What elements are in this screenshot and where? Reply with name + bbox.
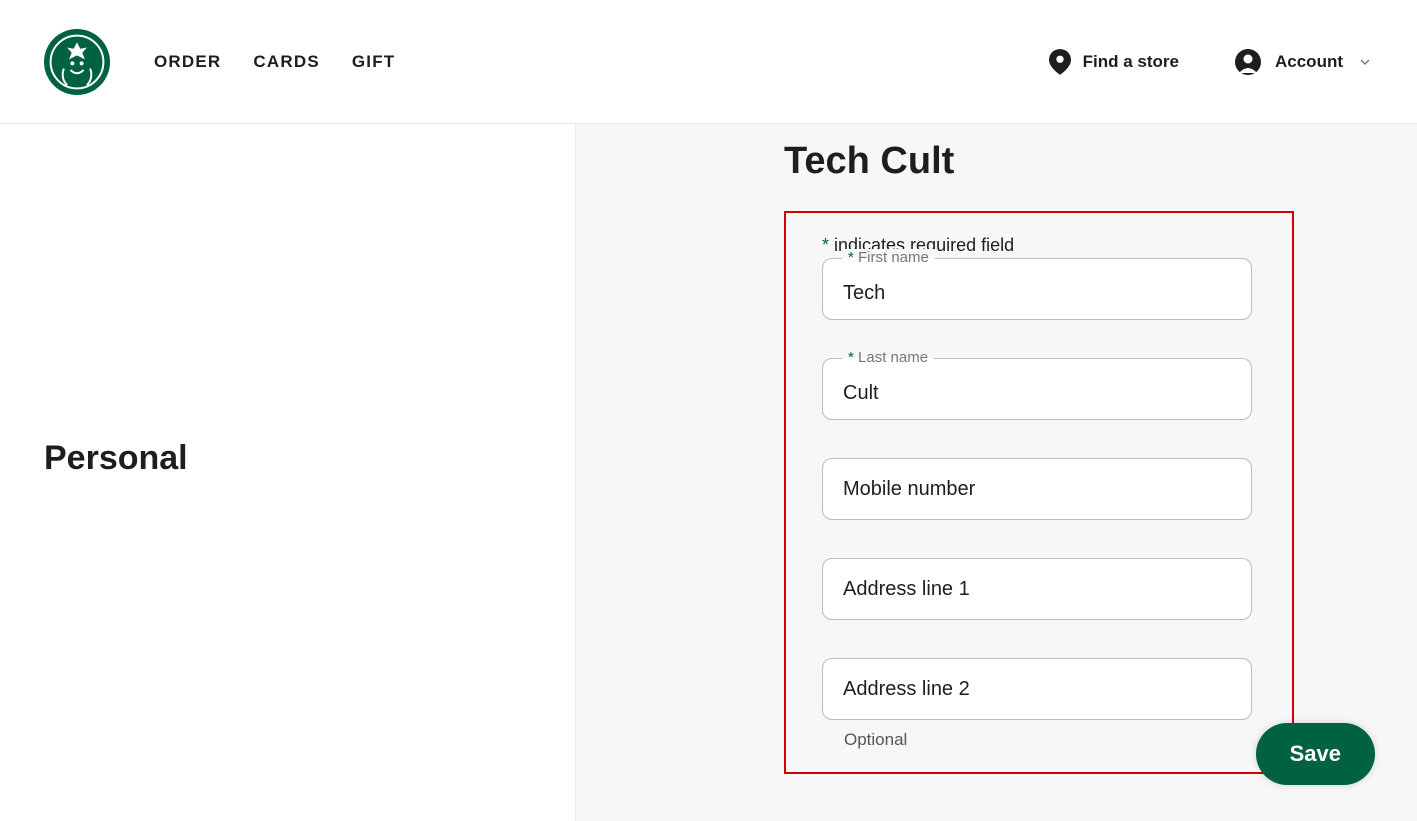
section-title: Personal xyxy=(0,124,575,478)
first-name-label: * First name xyxy=(842,249,935,266)
account-label: Account xyxy=(1275,52,1343,72)
addr2-helper: Optional xyxy=(822,730,1256,750)
page-title: Tech Cult xyxy=(784,140,1417,183)
nav-gift[interactable]: Gift xyxy=(352,52,396,72)
address-line-2-input[interactable] xyxy=(822,658,1252,720)
chevron-down-icon xyxy=(1357,54,1373,70)
first-name-input[interactable] xyxy=(822,258,1252,320)
last-name-label: * Last name xyxy=(842,349,934,366)
header: Order Cards Gift Find a store Account xyxy=(0,0,1417,124)
addr2-field-wrap: Optional xyxy=(822,658,1256,750)
find-store-label: Find a store xyxy=(1083,52,1179,72)
person-icon xyxy=(1235,49,1261,75)
asterisk-icon: * xyxy=(822,235,829,255)
right-panel: Tech Cult * indicates required field * F… xyxy=(576,124,1417,821)
mobile-field-wrap xyxy=(822,458,1256,520)
left-panel: Personal xyxy=(0,124,576,821)
last-name-input[interactable] xyxy=(822,358,1252,420)
nav-order[interactable]: Order xyxy=(154,52,221,72)
nav-cards[interactable]: Cards xyxy=(253,52,319,72)
map-pin-icon xyxy=(1049,49,1071,75)
form-highlight-box: * indicates required field * First name … xyxy=(784,211,1294,774)
last-name-field-wrap: * Last name xyxy=(822,358,1256,420)
save-button[interactable]: Save xyxy=(1256,723,1375,785)
last-name-label-text: Last name xyxy=(858,349,928,366)
find-store-link[interactable]: Find a store xyxy=(1049,49,1179,75)
account-menu[interactable]: Account xyxy=(1235,49,1373,75)
starbucks-logo-icon[interactable] xyxy=(44,29,110,95)
content: Personal Tech Cult * indicates required … xyxy=(0,124,1417,821)
mobile-input[interactable] xyxy=(822,458,1252,520)
addr1-field-wrap xyxy=(822,558,1256,620)
main-nav: Order Cards Gift xyxy=(154,52,395,72)
asterisk-icon: * xyxy=(848,349,858,366)
first-name-label-text: First name xyxy=(858,249,929,266)
address-line-1-input[interactable] xyxy=(822,558,1252,620)
header-right: Find a store Account xyxy=(1049,49,1373,75)
asterisk-icon: * xyxy=(848,249,858,266)
header-left: Order Cards Gift xyxy=(44,29,395,95)
first-name-field-wrap: * First name xyxy=(822,258,1256,320)
